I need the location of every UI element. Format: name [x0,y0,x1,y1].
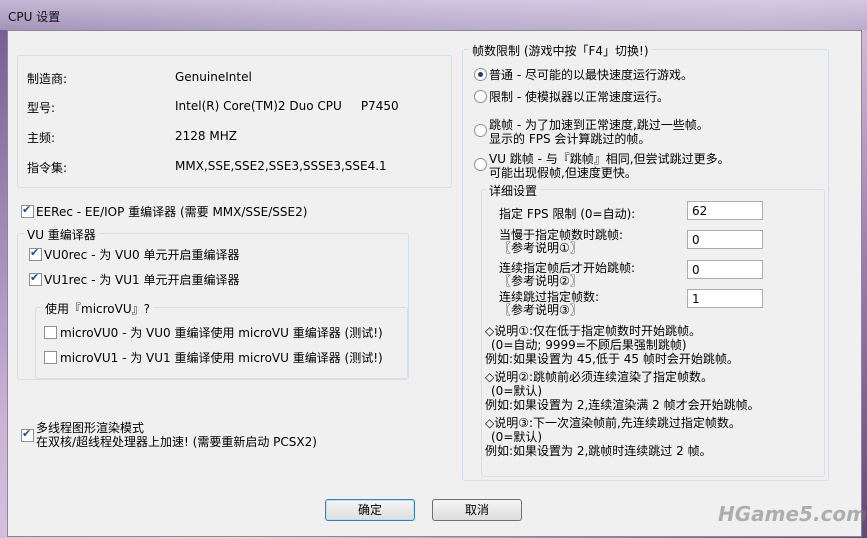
site-watermark: HGame5.com [718,502,867,526]
skip-below-input[interactable]: 0 [687,230,763,249]
fps-limit-label: 指定 FPS 限制 (0=自动): [499,207,636,221]
microvu1-checkbox[interactable] [44,351,57,364]
model-label: 型号: [27,101,56,115]
frame-limit-title: 帧数限制 (游戏中按「F4」切换!) [469,42,652,59]
model-value: Intel(R) Core(TM)2 Duo CPU P7450 [175,99,399,113]
note-2-detail: (0=默认) [491,384,543,398]
cpu-info-group: 制造商: GenuineIntel 型号: Intel(R) Core(TM)2… [17,55,452,188]
manufacturer-label: 制造商: [27,72,68,86]
vu1rec-label[interactable]: VU1rec - 为 VU1 单元开启重编译器 [44,271,240,288]
frame-limit-group: 帧数限制 (游戏中按「F4」切换!) 普通 - 尽可能的以最快速度运行游戏。 限… [462,42,829,481]
skip-below-ref: 〖参考说明①〗 [499,241,582,255]
radio-limit[interactable] [474,90,487,103]
note-1-detail: (0=自动; 9999=不顾后果强制跳帧) [491,338,687,352]
consecutive-render-ref: 〖参考说明②〗 [499,274,582,288]
microvu0-label[interactable]: microVU0 - 为 VU0 重编译使用 microVU 重编译器 (测试!… [60,324,383,341]
mtgs-label-line2[interactable]: 在双核/超线程处理器上加速! (需要重新启动 PCSX2) [36,433,317,450]
radio-normal[interactable] [474,68,487,81]
title-bar[interactable]: CPU 设置 [0,0,867,30]
radio-vu-frameskip[interactable] [474,158,487,171]
cancel-button[interactable]: 取消 [432,499,522,521]
radio-vu-frameskip-line2[interactable]: 可能出现假帧,但速度更快。 [489,164,637,181]
instruction-set-label: 指令集: [27,161,68,175]
note-3-detail: (0=默认) [491,430,543,444]
microvu-group: 使用『microVU』? microVU0 - 为 VU0 重编译使用 micr… [35,300,408,379]
note-2-example: 例如:如果设置为 2,连续渲染满 2 帧才会开始跳帧。 [485,398,760,412]
vu0rec-label[interactable]: VU0rec - 为 VU0 单元开启重编译器 [44,246,240,263]
details-group: 详细设置 指定 FPS 限制 (0=自动): 62 当慢于指定帧数时跳帧: 〖参… [481,182,825,477]
microvu1-label[interactable]: microVU1 - 为 VU1 重编译使用 microVU 重编译器 (测试!… [60,349,383,366]
vu0rec-checkbox[interactable] [29,246,42,261]
vu1rec-checkbox[interactable] [29,271,42,286]
consecutive-skip-input[interactable]: 1 [687,289,763,308]
consecutive-skip-ref: 〖参考说明③〗 [499,303,582,317]
note-1-title: ◇说明①:仅在低于指定帧数时开始跳帧。 [485,324,702,338]
radio-normal-label[interactable]: 普通 - 尽可能的以最快速度运行游戏。 [489,66,693,83]
eerec-checkbox[interactable] [21,203,34,218]
radio-frameskip[interactable] [474,124,487,137]
eerec-label[interactable]: EERec - EE/IOP 重编译器 (需要 MMX/SSE/SSE2) [36,203,307,220]
radio-frameskip-line2[interactable]: 显示的 FPS 会计算跳过的帧。 [489,130,650,147]
ok-button[interactable]: 确定 [325,499,415,521]
manufacturer-value: GenuineIntel [175,70,252,84]
details-title: 详细设置 [486,182,541,199]
note-3-title: ◇说明③:下一次渲染帧前,先连续跳过指定帧数。 [485,416,741,430]
frequency-label: 主频: [27,131,56,145]
radio-limit-label[interactable]: 限制 - 使模拟器以正常速度运行。 [489,88,669,105]
window-title: CPU 设置 [8,10,61,24]
instruction-set-value: MMX,SSE,SSE2,SSE3,SSSE3,SSE4.1 [175,159,387,173]
note-1-example: 例如:如果设置为 45,低于 45 帧时会开始跳帧。 [485,352,739,366]
vu-recompiler-group: VU 重编译器 VU0rec - 为 VU0 单元开启重编译器 VU1rec -… [17,226,409,380]
consecutive-render-input[interactable]: 0 [687,260,763,279]
dialog-client: 制造商: GenuineIntel 型号: Intel(R) Core(TM)2… [7,30,862,537]
frequency-value: 2128 MHZ [175,129,237,143]
fps-limit-input[interactable]: 62 [687,201,763,220]
microvu0-checkbox[interactable] [44,326,57,339]
vu-group-title: VU 重编译器 [24,226,99,243]
note-2-title: ◇说明②:跳帧前必须连续渲染了指定帧数。 [485,370,714,384]
mtgs-checkbox[interactable] [21,427,34,442]
note-3-example: 例如:如果设置为 2,跳帧时连续跳过 2 帧。 [485,444,712,458]
microvu-group-title: 使用『microVU』? [42,300,153,317]
